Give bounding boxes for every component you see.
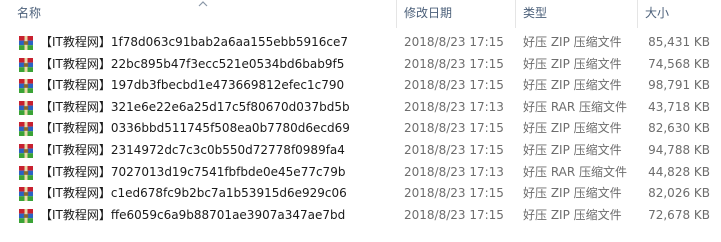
file-date: 2018/8/23 17:15: [404, 207, 504, 222]
file-type: 好压 ZIP 压缩文件: [523, 56, 622, 71]
file-row[interactable]: 【IT教程网】c1ed678fc9b2bc7a1b53915d6e929c06 …: [0, 183, 721, 205]
file-list: 【IT教程网】1f78d063c91bab2a6aa155ebb5916ce7 …: [0, 32, 721, 226]
file-type: 好压 RAR 压缩文件: [523, 164, 628, 179]
file-date: 2018/8/23 17:15: [404, 121, 504, 136]
file-size: 82,630 KB: [648, 121, 710, 136]
archive-file-icon: [19, 57, 33, 72]
file-date: 2018/8/23 17:15: [404, 35, 504, 49]
archive-file-icon: [19, 187, 33, 202]
file-type: 好压 ZIP 压缩文件: [523, 142, 622, 157]
file-name: 【IT教程网】321e6e22e6a25d17c5f80670d037bd5b: [40, 99, 350, 114]
archive-file-icon: [19, 122, 33, 137]
file-name: 【IT教程网】ffe6059c6a9b88701ae3907a347ae7bd: [40, 207, 346, 222]
file-size: 98,791 KB: [648, 78, 710, 93]
archive-file-icon: [19, 79, 33, 94]
file-size: 74,568 KB: [648, 56, 710, 71]
file-date: 2018/8/23 17:13: [404, 164, 504, 179]
file-size: 44,828 KB: [648, 164, 710, 179]
archive-file-icon: [19, 100, 33, 115]
archive-file-icon: [19, 208, 33, 223]
file-name: 【IT教程网】197db3fbecbd1e473669812efec1c790: [40, 78, 345, 93]
file-row[interactable]: 【IT教程网】1f78d063c91bab2a6aa155ebb5916ce7 …: [0, 32, 721, 54]
archive-file-icon: [19, 143, 33, 158]
file-date: 2018/8/23 17:15: [404, 142, 504, 157]
file-date: 2018/8/23 17:15: [404, 186, 504, 201]
file-name: 【IT教程网】7027013d19c7541fbfbde0e45e77c79b: [40, 164, 346, 179]
archive-file-icon: [19, 36, 33, 50]
file-explorer-list: 名称 修改日期 类型 大小 【IT教程网】1f78d063c91bab2a6aa…: [0, 0, 721, 242]
file-size: 85,431 KB: [648, 35, 710, 49]
file-type: 好压 ZIP 压缩文件: [523, 35, 622, 49]
file-row[interactable]: 【IT教程网】321e6e22e6a25d17c5f80670d037bd5b …: [0, 97, 721, 119]
column-header-name[interactable]: 名称: [15, 0, 390, 28]
file-type: 好压 RAR 压缩文件: [523, 99, 628, 114]
file-name: 【IT教程网】1f78d063c91bab2a6aa155ebb5916ce7: [40, 35, 348, 49]
column-header-bar: 名称 修改日期 类型 大小: [0, 0, 721, 28]
file-row[interactable]: 【IT教程网】197db3fbecbd1e473669812efec1c790 …: [0, 75, 721, 97]
file-size: 82,026 KB: [648, 186, 710, 201]
file-type: 好压 ZIP 压缩文件: [523, 121, 622, 136]
archive-file-icon: [19, 165, 33, 180]
file-date: 2018/8/23 17:13: [404, 99, 504, 114]
file-type: 好压 ZIP 压缩文件: [523, 207, 622, 222]
file-name: 【IT教程网】22bc895b47f3ecc521e0534bd6bab9f5: [40, 56, 345, 71]
column-header-type[interactable]: 类型: [515, 0, 633, 28]
file-date: 2018/8/23 17:15: [404, 56, 504, 71]
file-row[interactable]: 【IT教程网】0336bbd511745f508ea0b7780d6ecd69 …: [0, 118, 721, 140]
file-name: 【IT教程网】0336bbd511745f508ea0b7780d6ecd69: [40, 121, 350, 136]
column-header-date[interactable]: 修改日期: [396, 0, 512, 28]
file-size: 43,718 KB: [648, 99, 710, 114]
file-row[interactable]: 【IT教程网】22bc895b47f3ecc521e0534bd6bab9f5 …: [0, 54, 721, 76]
column-header-size[interactable]: 大小: [637, 0, 709, 28]
file-type: 好压 ZIP 压缩文件: [523, 78, 622, 93]
file-row[interactable]: 【IT教程网】7027013d19c7541fbfbde0e45e77c79b …: [0, 162, 721, 184]
file-date: 2018/8/23 17:15: [404, 78, 504, 93]
file-row[interactable]: 【IT教程网】2314972dc7c3c0b550d72778f0989fa4 …: [0, 140, 721, 162]
file-name: 【IT教程网】c1ed678fc9b2bc7a1b53915d6e929c06: [40, 186, 347, 201]
file-size: 72,678 KB: [648, 207, 710, 222]
file-row[interactable]: 【IT教程网】ffe6059c6a9b88701ae3907a347ae7bd …: [0, 205, 721, 227]
file-type: 好压 ZIP 压缩文件: [523, 186, 622, 201]
file-size: 94,788 KB: [648, 142, 710, 157]
file-name: 【IT教程网】2314972dc7c3c0b550d72778f0989fa4: [40, 142, 345, 157]
